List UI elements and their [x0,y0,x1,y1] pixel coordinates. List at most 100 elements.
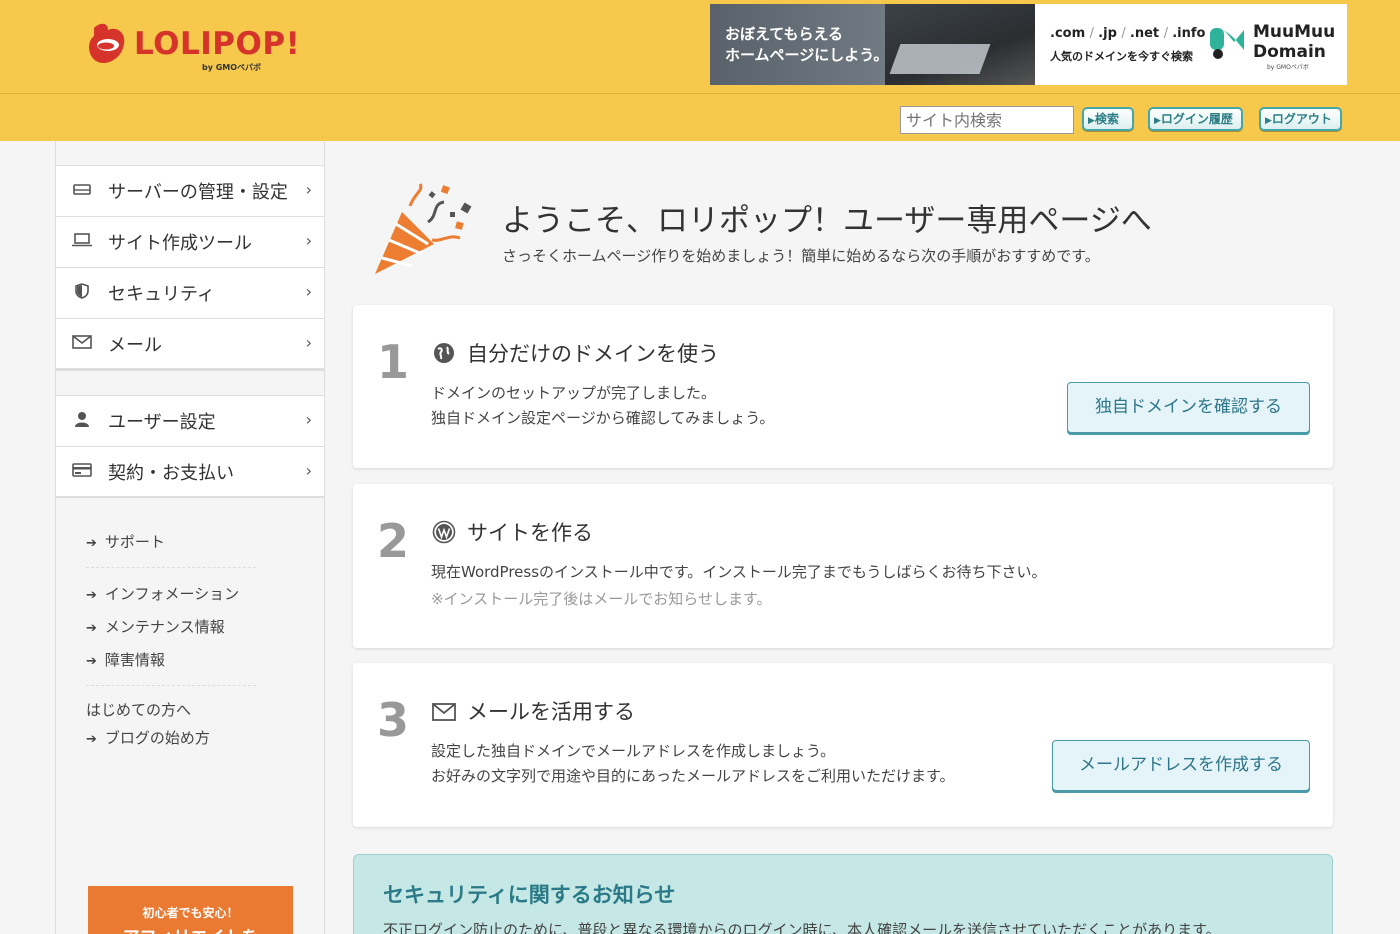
link-incident[interactable]: ➔ 障害情報 [86,644,324,677]
credit-card-icon [56,462,108,481]
affiliate-big-text: アフィリエイトを [88,923,293,934]
check-domain-button[interactable]: 独自ドメインを確認する [1067,382,1310,433]
search-button[interactable]: ▶検索 [1082,107,1134,131]
page-title: ようこそ、ロリポップ！ユーザー専用ページへ [502,203,1152,239]
shield-icon [56,283,108,303]
sidebar-top-gap [56,141,324,165]
banner-text: おぼえてもらえる ホームページにしよう。 [725,24,888,66]
header-divider [0,93,1400,94]
affiliate-banner[interactable]: 初心者でも安心！ アフィリエイトを [88,886,293,934]
affiliate-small-text: 初心者でも安心！ [142,906,239,920]
step-card-site: 2 サイトを作る 現在WordPressのインストール中です。インストール完了ま… [353,484,1333,648]
logout-button[interactable]: ▶ログアウト [1259,107,1342,131]
link-blog-start-label: ブログの始め方 [104,729,210,747]
sidebar: サーバーの管理・設定 › サイト作成ツール › セキュリティ › メール › ユ… [55,141,325,934]
muumuu-brand: MuuMuu Domain [1253,22,1335,62]
banner-domains: .com / .jp / .net / .info [1050,26,1206,41]
sidebar-item-site-tools[interactable]: サイト作成ツール › [56,216,324,267]
domain-net: .net [1129,26,1160,41]
domain-com: .com [1050,26,1086,41]
step-body-line: 設定した独自ドメインでメールアドレスを作成しましょう。 [431,742,836,760]
step-title: サイトを作る [467,521,593,545]
chevron-right-icon: › [305,180,312,199]
link-maintenance[interactable]: ➔ メンテナンス情報 [86,611,324,644]
muumuu-logo-icon [1210,28,1244,59]
step-title: メールを活用する [467,700,635,724]
muumuu-domain-banner[interactable]: おぼえてもらえる ホームページにしよう。 .com / .jp / .net /… [710,4,1347,85]
step-body: 設定した独自ドメインでメールアドレスを作成しましょう。 お好みの文字列で用途や目… [431,739,955,789]
link-support-label: サポート [104,533,165,551]
chevron-right-icon: › [305,333,312,352]
arrow-right-icon: ▶ [1088,116,1095,126]
sidebar-item-server[interactable]: サーバーの管理・設定 › [56,165,324,216]
sidebar-links: ➔ サポート ➔ インフォメーション ➔ メンテナンス情報 ➔ 障害情報 はじめての方へ… [56,526,324,752]
step-card-domain: 1 自分だけのドメインを使う ドメインのセットアップが完了しました。 独自ドメイ… [353,305,1333,468]
step-body: ドメインのセットアップが完了しました。 独自ドメイン設定ページから確認してみまし… [431,381,774,431]
step-number: 3 [377,693,410,747]
step-card-mail: 3 メールを活用する 設定した独自ドメインでメールアドレスを作成しましょう。 お… [353,663,1333,827]
step-body-line: ドメインのセットアップが完了しました。 [431,384,717,402]
sidebar-label-server: サーバーの管理・設定 [108,182,288,203]
link-information-label: インフォメーション [104,585,240,603]
server-icon [56,182,108,200]
search-button-label: 検索 [1094,112,1119,126]
sidebar-label-mail: メール [108,334,162,356]
arrow-right-icon: ➔ [86,732,97,747]
step-note: ※インストール完了後はメールでお知らせします。 [431,590,772,608]
step-title: 自分だけのドメインを使う [467,342,719,366]
sidebar-group-account: ユーザー設定 › 契約・お支払い › [56,395,324,498]
lolipop-logo-icon [89,23,125,64]
chevron-right-icon: › [305,410,312,429]
wordpress-icon [432,520,456,544]
header: LOLIPOP! by GMOペパボ おぼえてもらえる ホームページにしよう。 … [0,0,1400,141]
banner-sub: 人気のドメインを今すぐ検索 [1050,50,1193,63]
logo-text: LOLIPOP! [134,26,301,62]
security-notice: セキュリティに関するお知らせ 不正ログイン防止のために、普段と異なる環境からのロ… [353,854,1333,934]
step-number: 1 [377,335,410,389]
login-history-label: ログイン履歴 [1160,112,1233,126]
arrow-right-icon: ➔ [86,654,97,669]
sidebar-group-main: サーバーの管理・設定 › サイト作成ツール › セキュリティ › メール › [56,165,324,370]
step-body: 現在WordPressのインストール中です。インストール完了までもうしばらくお待… [431,560,1047,612]
sidebar-item-security[interactable]: セキュリティ › [56,267,324,318]
login-history-button[interactable]: ▶ログイン履歴 [1148,107,1243,131]
arrow-right-icon: ➔ [86,588,97,603]
security-notice-body: 不正ログイン防止のために、普段と異なる環境からのログイン時に、本人確認メールを送… [383,921,1221,934]
domain-jp: .jp [1098,26,1117,41]
link-incident-label: 障害情報 [104,651,165,669]
lolipop-logo[interactable]: LOLIPOP! by GMOペパボ [86,20,300,76]
site-search-input[interactable] [900,106,1074,134]
sidebar-item-billing[interactable]: 契約・お支払い › [56,446,324,497]
page-subtitle: さっそくホームページ作りを始めましょう！簡単に始めるなら次の手順がおすすめです。 [502,247,1100,265]
link-blog-start[interactable]: ➔ ブログの始め方 [86,724,324,752]
link-information[interactable]: ➔ インフォメーション [86,578,324,611]
sidebar-item-mail[interactable]: メール › [56,318,324,369]
arrow-right-icon: ▶ [1265,116,1272,126]
sidebar-label-security: セキュリティ [108,284,215,305]
create-mail-address-button[interactable]: メールアドレスを作成する [1052,740,1310,791]
chevron-right-icon: › [305,461,312,480]
sidebar-label-site-tools: サイト作成ツール [108,233,252,254]
link-maintenance-label: メンテナンス情報 [104,618,225,636]
banner-photo-laptop [889,44,991,74]
domain-info: .info [1172,26,1206,41]
user-icon [56,411,108,431]
link-support[interactable]: ➔ サポート [86,526,324,559]
step-body-line: お好みの文字列で用途や目的にあったメールアドレスをご利用いただけます。 [431,767,955,785]
globe-icon [434,343,454,363]
sidebar-item-user-settings[interactable]: ユーザー設定 › [56,395,324,446]
banner-photo: おぼえてもらえる ホームページにしよう。 [710,4,1035,85]
divider [86,685,256,686]
mail-icon [56,334,108,353]
logout-label: ログアウト [1271,112,1332,126]
brand-sub: by GMOペパボ [1267,64,1309,71]
banner-domain-panel: .com / .jp / .net / .info 人気のドメインを今すぐ検索 … [1035,4,1347,85]
sidebar-gap [56,370,324,395]
chevron-right-icon: › [305,231,312,250]
arrow-right-icon: ▶ [1154,116,1161,126]
arrow-right-icon: ➔ [86,621,97,636]
brand-line1: MuuMuu [1253,22,1336,42]
banner-line2: ホームページにしよう。 [725,46,889,64]
party-popper-icon [375,183,472,274]
sidebar-label-user-settings: ユーザー設定 [108,412,216,433]
